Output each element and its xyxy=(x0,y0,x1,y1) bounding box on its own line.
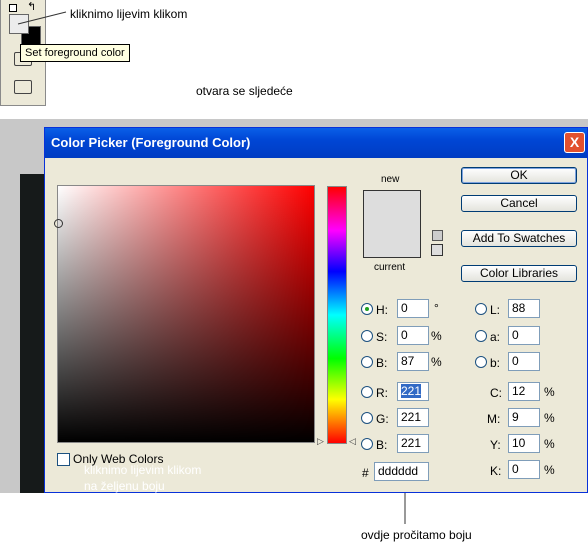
brightness-radio[interactable] xyxy=(361,356,373,368)
dialog-title: Color Picker (Foreground Color) xyxy=(51,135,251,150)
close-button[interactable]: X xyxy=(564,132,585,153)
saturation-label: S: xyxy=(376,330,388,344)
annotation-line-2: na željenu boju xyxy=(84,479,165,493)
annotation-read-color: ovdje pročitamo boju xyxy=(361,528,472,542)
yellow-input[interactable]: 10 xyxy=(508,434,540,453)
red-radio[interactable] xyxy=(361,386,373,398)
lab-b-label: b: xyxy=(490,356,501,370)
magenta-unit: % xyxy=(544,411,555,425)
yellow-label: Y: xyxy=(490,438,501,452)
blue-label: B: xyxy=(376,438,388,452)
brightness-label: B: xyxy=(376,356,388,370)
hue-slider-right-arrow-icon[interactable]: ◁ xyxy=(349,436,356,447)
hue-unit: ° xyxy=(434,301,439,315)
dialog-titlebar: Color Picker (Foreground Color) xyxy=(45,128,587,158)
hex-input[interactable]: dddddd xyxy=(374,462,429,481)
web-safe-color-swatch[interactable] xyxy=(431,244,443,256)
lab-l-label: L: xyxy=(490,303,501,317)
red-input-value: 221 xyxy=(401,384,422,398)
lab-b-input[interactable]: 0 xyxy=(508,352,540,371)
magenta-label: M: xyxy=(487,412,501,426)
lab-l-input[interactable]: 88 xyxy=(508,299,540,318)
lab-b-radio[interactable] xyxy=(475,356,487,368)
hue-slider[interactable] xyxy=(327,186,347,444)
color-field[interactable]: kliknimo lijevim klikom na željenu boju xyxy=(54,185,315,493)
lab-a-input[interactable]: 0 xyxy=(508,326,540,345)
workspace-dark-strip xyxy=(20,174,44,493)
green-label: G: xyxy=(376,412,389,426)
saturation-radio[interactable] xyxy=(361,330,373,342)
green-input[interactable]: 221 xyxy=(397,408,429,427)
saturation-unit: % xyxy=(431,329,442,343)
yellow-unit: % xyxy=(544,437,555,451)
lab-l-radio[interactable] xyxy=(475,303,487,315)
black-input[interactable]: 0 xyxy=(508,460,540,479)
black-label: K: xyxy=(490,464,502,478)
hex-label: # xyxy=(362,466,369,480)
hue-input[interactable]: 0 xyxy=(397,299,429,318)
red-label: R: xyxy=(376,386,388,400)
cyan-unit: % xyxy=(544,385,555,399)
cyan-label: C: xyxy=(490,386,502,400)
magenta-input[interactable]: 9 xyxy=(508,408,540,427)
hue-slider-left-arrow-icon[interactable]: ▷ xyxy=(317,436,324,447)
out-of-gamut-cube-icon[interactable] xyxy=(432,230,443,241)
hue-label: H: xyxy=(376,303,388,317)
saturation-input[interactable]: 0 xyxy=(397,326,429,345)
black-unit: % xyxy=(544,463,555,477)
lab-a-label: a: xyxy=(490,330,501,344)
blue-input[interactable]: 221 xyxy=(397,434,429,453)
hue-radio[interactable] xyxy=(361,303,373,315)
color-picker-dialog: Color Picker (Foreground Color) X klikni… xyxy=(44,127,588,493)
red-input[interactable]: 221 xyxy=(397,382,429,401)
only-web-colors-checkbox[interactable] xyxy=(57,453,70,466)
new-color-label: new xyxy=(381,174,400,185)
brightness-input[interactable]: 87 xyxy=(397,352,429,371)
color-libraries-button[interactable]: Color Libraries xyxy=(461,265,577,282)
blue-radio[interactable] xyxy=(361,438,373,450)
ok-button[interactable]: OK xyxy=(461,167,577,184)
cyan-input[interactable]: 12 xyxy=(508,382,540,401)
annotation-click-fg: kliknimo lijevim klikom xyxy=(70,7,188,21)
annotation-click-field: kliknimo lijevim klikom na željenu boju xyxy=(84,462,201,494)
annotation-opens: otvara se sljedeće xyxy=(196,84,293,98)
color-field-marker[interactable] xyxy=(54,219,63,228)
current-color-label: current xyxy=(374,262,406,273)
lab-a-radio[interactable] xyxy=(475,330,487,342)
add-to-swatches-button[interactable]: Add To Swatches xyxy=(461,230,577,247)
cancel-button[interactable]: Cancel xyxy=(461,195,577,212)
brightness-unit: % xyxy=(431,355,442,369)
color-preview xyxy=(363,190,421,258)
only-web-colors-label: Only Web Colors xyxy=(73,452,164,466)
green-radio[interactable] xyxy=(361,412,373,424)
